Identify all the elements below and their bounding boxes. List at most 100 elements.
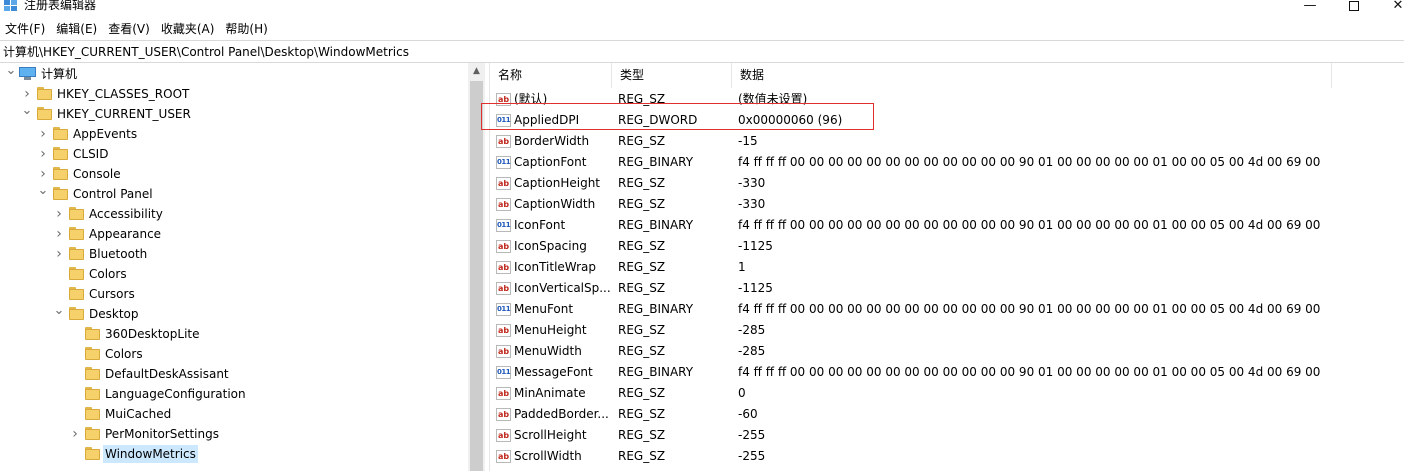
menu-favorites[interactable]: 收藏夹(A) (156, 18, 221, 40)
menu-help[interactable]: 帮助(H) (220, 18, 273, 40)
tree-node[interactable]: LanguageConfiguration (0, 384, 466, 404)
tree-node[interactable]: › Appearance (0, 224, 466, 244)
chevron-right-icon[interactable]: › (37, 127, 49, 141)
cell-data: -255 (738, 428, 766, 442)
tree-node-label[interactable]: 360DesktopLite (103, 325, 202, 343)
cell-name: MenuWidth (514, 344, 582, 358)
close-button[interactable]: ✕ (1376, 0, 1404, 14)
tree-node-label[interactable]: MuiCached (103, 405, 173, 423)
table-row[interactable]: ab ScrollHeight REG_SZ -255 (490, 425, 1404, 446)
tree-node[interactable]: › Accessibility (0, 204, 466, 224)
menu-edit[interactable]: 编辑(E) (51, 18, 103, 40)
tree-node[interactable]: MuiCached (0, 404, 466, 424)
table-row[interactable]: 011 MenuFont REG_BINARY f4 ff ff ff 00 00 0… (490, 299, 1404, 320)
chevron-right-icon[interactable]: › (53, 227, 65, 241)
tree-node[interactable]: ⌄ 计算机 (0, 64, 466, 84)
chevron-right-icon[interactable]: › (21, 87, 33, 101)
tree-node-label[interactable]: Colors (103, 345, 145, 363)
table-row[interactable]: ab MinAnimate REG_SZ 0 (490, 383, 1404, 404)
chevron-right-icon[interactable]: › (53, 247, 65, 261)
chevron-right-icon[interactable]: › (69, 427, 81, 441)
tree-node[interactable]: › HKEY_CLASSES_ROOT (0, 84, 466, 104)
table-row[interactable]: 011 IconFont REG_BINARY f4 ff ff ff 00 00 0… (490, 215, 1404, 236)
tree-node[interactable]: ⌄ Control Panel (0, 184, 466, 204)
menu-file[interactable]: 文件(F) (0, 18, 51, 40)
chevron-right-icon[interactable]: › (37, 147, 49, 161)
tree-node-label[interactable]: Cursors (87, 285, 137, 303)
tree-node-label[interactable]: HKEY_CURRENT_USER (55, 105, 193, 123)
tree-node[interactable]: Colors (0, 344, 466, 364)
tree-node[interactable]: DefaultDeskAssisant (0, 364, 466, 384)
tree-node-label[interactable]: Desktop (87, 305, 141, 323)
column-header-data[interactable]: 数据 (732, 63, 1332, 88)
window-title: 注册表编辑器 (24, 0, 97, 12)
folder-icon (69, 207, 84, 220)
scroll-up-arrow-icon[interactable]: ▲ (468, 63, 485, 80)
tree-node[interactable]: Colors (0, 264, 466, 284)
scrollbar-thumb[interactable] (470, 81, 483, 471)
tree-node[interactable]: Cursors (0, 284, 466, 304)
cell-name: IconTitleWrap (514, 260, 597, 274)
menu-view[interactable]: 查看(V) (103, 18, 156, 40)
cell-data: 0 (738, 386, 746, 400)
chevron-down-icon[interactable]: ⌄ (37, 184, 49, 201)
tree-node-label[interactable]: WindowMetrics (103, 445, 198, 463)
table-row[interactable]: ab IconSpacing REG_SZ -1125 (490, 236, 1404, 257)
folder-icon (37, 87, 52, 100)
tree-node[interactable]: › PerMonitorSettings (0, 424, 466, 444)
tree-node[interactable]: 360DesktopLite (0, 324, 466, 344)
maximize-button[interactable] (1332, 0, 1376, 14)
tree-node-label[interactable]: DefaultDeskAssisant (103, 365, 231, 383)
tree-node-label[interactable]: 计算机 (39, 65, 79, 83)
binary-value-icon: 011 (496, 303, 511, 316)
chevron-down-icon[interactable]: ⌄ (53, 304, 65, 321)
cell-type: REG_SZ (618, 323, 666, 337)
address-bar[interactable]: 计算机\HKEY_CURRENT_USER\Control Panel\Desk… (0, 40, 1404, 63)
tree-node-label[interactable]: LanguageConfiguration (103, 385, 248, 403)
tree-node[interactable]: › Bluetooth (0, 244, 466, 264)
table-row[interactable]: ab IconVerticalSp... REG_SZ -1125 (490, 278, 1404, 299)
table-row[interactable]: ab MenuHeight REG_SZ -285 (490, 320, 1404, 341)
table-row[interactable]: ab PaddedBorder... REG_SZ -60 (490, 404, 1404, 425)
cell-data: f4 ff ff ff 00 00 00 00 00 00 00 00 00 0… (738, 302, 1323, 316)
tree-node-label[interactable]: Console (71, 165, 123, 183)
tree-node[interactable]: › AppEvents (0, 124, 466, 144)
tree-node-label[interactable]: Accessibility (87, 205, 165, 223)
tree-node-label[interactable]: Bluetooth (87, 245, 149, 263)
table-row[interactable]: ab CaptionHeight REG_SZ -330 (490, 173, 1404, 194)
chevron-down-icon[interactable]: ⌄ (21, 104, 33, 121)
column-header-type[interactable]: 类型 (612, 63, 732, 88)
column-header-name[interactable]: 名称 (490, 63, 612, 88)
tree-node[interactable]: › Console (0, 164, 466, 184)
table-row[interactable]: ab CaptionWidth REG_SZ -330 (490, 194, 1404, 215)
table-row[interactable]: ab MenuWidth REG_SZ -285 (490, 341, 1404, 362)
chevron-right-icon[interactable]: › (37, 167, 49, 181)
cell-type: REG_SZ (618, 260, 666, 274)
table-row[interactable]: ab IconTitleWrap REG_SZ 1 (490, 257, 1404, 278)
tree-node-label[interactable]: AppEvents (71, 125, 139, 143)
tree-node[interactable]: ⌄ HKEY_CURRENT_USER (0, 104, 466, 124)
table-row[interactable]: ab BorderWidth REG_SZ -15 (490, 131, 1404, 152)
string-value-icon: ab (496, 135, 511, 148)
cell-name: IconVerticalSp... (514, 281, 611, 295)
tree-node[interactable]: ⌄ Desktop (0, 304, 466, 324)
tree-node-label[interactable]: PerMonitorSettings (103, 425, 221, 443)
table-row[interactable]: 011 CaptionFont REG_BINARY f4 ff ff ff 00 0… (490, 152, 1404, 173)
tree-node-label[interactable]: Control Panel (71, 185, 155, 203)
address-path[interactable]: 计算机\HKEY_CURRENT_USER\Control Panel\Desk… (3, 44, 409, 60)
regedit-app-icon (4, 0, 18, 12)
table-row[interactable]: 011 MessageFont REG_BINARY f4 ff ff ff 00 0… (490, 362, 1404, 383)
minimize-button[interactable]: — (1288, 0, 1332, 14)
table-row[interactable]: ab ScrollWidth REG_SZ -255 (490, 446, 1404, 467)
tree-node-label[interactable]: Appearance (87, 225, 163, 243)
cell-data: -285 (738, 344, 766, 358)
tree-node-label[interactable]: HKEY_CLASSES_ROOT (55, 85, 191, 103)
tree-node[interactable]: WindowMetrics (0, 444, 466, 464)
chevron-placeholder (69, 367, 81, 381)
tree-node[interactable]: › CLSID (0, 144, 466, 164)
string-value-icon: ab (496, 324, 511, 337)
tree-node-label[interactable]: CLSID (71, 145, 110, 163)
chevron-right-icon[interactable]: › (53, 207, 65, 221)
chevron-down-icon[interactable]: ⌄ (5, 64, 17, 81)
tree-node-label[interactable]: Colors (87, 265, 129, 283)
